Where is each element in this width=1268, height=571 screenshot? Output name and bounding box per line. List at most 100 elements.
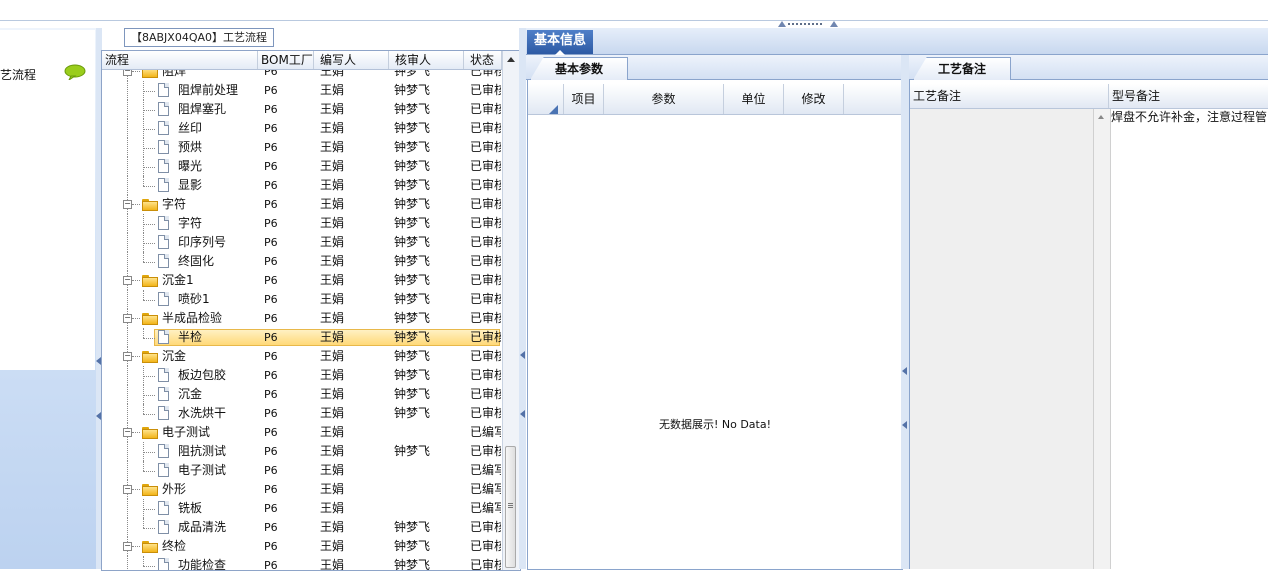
tree-node-label[interactable]: 外形 [162, 480, 186, 499]
collapse-node-icon[interactable]: − [123, 70, 132, 76]
tree-row[interactable]: 终固化 P6 王娟 钟梦飞 已审核 [102, 252, 502, 271]
status-cell: 已审核 [470, 387, 501, 401]
tree-row[interactable]: 阻焊前处理 P6 王娟 钟梦飞 已审核 [102, 81, 502, 100]
column-header-item[interactable]: 项目 [564, 84, 604, 114]
collapse-up-icon[interactable] [778, 21, 786, 27]
tree-node-label[interactable]: 终固化 [178, 252, 214, 271]
tree-node-label[interactable]: 沉金 [162, 347, 186, 366]
column-header-param[interactable]: 参数 [604, 84, 724, 114]
reviewer-cell: 钟梦飞 [394, 159, 431, 173]
tree-scrollbar[interactable] [502, 51, 519, 570]
tree-node-label[interactable]: 喷砂1 [178, 290, 210, 309]
column-header-modify[interactable]: 修改 [784, 84, 844, 114]
collapse-node-icon[interactable]: − [123, 485, 132, 494]
tree-row[interactable]: 阻焊塞孔 P6 王娟 钟梦飞 已审核 [102, 100, 502, 119]
collapse-node-icon[interactable]: − [123, 542, 132, 551]
middle-splitter[interactable] [519, 28, 526, 569]
tree-node-label[interactable]: 电子测试 [162, 423, 210, 442]
collapse-left-icon[interactable] [520, 351, 525, 359]
speech-bubble-icon[interactable] [64, 64, 86, 80]
tree-node-label[interactable]: 成品清洗 [178, 518, 226, 537]
collapse-up-icon[interactable] [830, 21, 838, 27]
tree-node-label[interactable]: 终检 [162, 537, 186, 556]
tree-node-label[interactable]: 阻焊 [162, 70, 186, 81]
column-header-status[interactable]: 状态 [464, 51, 502, 69]
notes-grid[interactable]: 工艺备注 型号备注 焊盘不允许补金，注意过程管 [909, 80, 1268, 569]
model-note-text[interactable]: 焊盘不允许补金，注意过程管 [1111, 109, 1268, 129]
collapse-node-icon[interactable]: − [123, 200, 132, 209]
tree-row[interactable]: − 沉金 P6 王娟 钟梦飞 已审核 [102, 347, 502, 366]
tree-node-label[interactable]: 水洗烘干 [178, 404, 226, 423]
tree-row[interactable]: 沉金 P6 王娟 钟梦飞 已审核 [102, 385, 502, 404]
collapse-node-icon[interactable]: − [123, 276, 132, 285]
tree-node-label[interactable]: 显影 [178, 176, 202, 195]
right-splitter[interactable] [901, 55, 909, 569]
tree-node-label[interactable]: 预烘 [178, 138, 202, 157]
column-header-unit[interactable]: 单位 [724, 84, 784, 114]
tree-row[interactable]: 曝光 P6 王娟 钟梦飞 已审核 [102, 157, 502, 176]
tree-node-label[interactable]: 字符 [178, 214, 202, 233]
nav-item-process-flow[interactable]: 工艺流程 [0, 66, 36, 83]
collapse-node-icon[interactable]: − [123, 428, 132, 437]
tree-row[interactable]: 印序列号 P6 王娟 钟梦飞 已审核 [102, 233, 502, 252]
tree-row[interactable]: − 外形 P6 王娟 已编写 [102, 480, 502, 499]
tree-node-label[interactable]: 沉金 [178, 385, 202, 404]
select-all-corner[interactable] [528, 84, 564, 114]
tree-row[interactable]: 阻抗测试 P6 王娟 钟梦飞 已审核 [102, 442, 502, 461]
tree-node-label[interactable]: 电子测试 [178, 461, 226, 480]
tree-row[interactable]: 字符 P6 王娟 钟梦飞 已审核 [102, 214, 502, 233]
collapse-left-icon[interactable] [520, 410, 525, 418]
collapse-left-icon[interactable] [902, 367, 907, 375]
column-header-reviewer[interactable]: 核审人 [389, 51, 464, 69]
tree-node-label[interactable]: 板边包胶 [178, 366, 226, 385]
tree-row[interactable]: 板边包胶 P6 王娟 钟梦飞 已审核 [102, 366, 502, 385]
scroll-up-arrow-icon[interactable] [1098, 115, 1104, 119]
column-header-process[interactable]: 流程 [102, 51, 258, 69]
tree-node-label[interactable]: 印序列号 [178, 233, 226, 252]
column-header-bom-factory[interactable]: BOM工厂 [258, 51, 314, 69]
tree-row[interactable]: 功能检查 P6 王娟 钟梦飞 已审核 [102, 556, 502, 570]
tree-row[interactable]: 铣板 P6 王娟 已编写 [102, 499, 502, 518]
tree-row[interactable]: − 电子测试 P6 王娟 已编写 [102, 423, 502, 442]
tree-row[interactable]: 电子测试 P6 王娟 已编写 [102, 461, 502, 480]
tree-row[interactable]: 显影 P6 王娟 钟梦飞 已审核 [102, 176, 502, 195]
tab-basic-params[interactable]: 基本参数 [530, 57, 628, 80]
collapse-node-icon[interactable]: − [123, 314, 132, 323]
tree-row[interactable]: 喷砂1 P6 王娟 钟梦飞 已审核 [102, 290, 502, 309]
tree-node-label[interactable]: 字符 [162, 195, 186, 214]
column-header-model-note[interactable]: 型号备注 [1109, 84, 1268, 108]
collapse-node-icon[interactable]: − [123, 352, 132, 361]
tree-node-label[interactable]: 曝光 [178, 157, 202, 176]
scrollbar-thumb[interactable] [505, 446, 516, 568]
tree-node-label[interactable]: 阻抗测试 [178, 442, 226, 461]
tree-row-selected[interactable]: 半检 P6 王娟 钟梦飞 已审核 [102, 328, 502, 347]
tree-node-label[interactable]: 沉金1 [162, 271, 194, 290]
tree-row[interactable]: 成品清洗 P6 王娟 钟梦飞 已审核 [102, 518, 502, 537]
vertical-splitter-handle[interactable] [778, 20, 838, 28]
tree-row[interactable]: − 阻焊 P6 王娟 钟梦飞 已审核 [102, 70, 502, 81]
tree-node-label[interactable]: 阻焊前处理 [178, 81, 238, 100]
tree-row[interactable]: 丝印 P6 王娟 钟梦飞 已审核 [102, 119, 502, 138]
tree-row[interactable]: − 终检 P6 王娟 钟梦飞 已审核 [102, 537, 502, 556]
notes-scrollbar[interactable] [1093, 109, 1111, 569]
tree-row[interactable]: 预烘 P6 王娟 钟梦飞 已审核 [102, 138, 502, 157]
tree-row[interactable]: − 沉金1 P6 王娟 钟梦飞 已审核 [102, 271, 502, 290]
tree-node-label[interactable]: 半成品检验 [162, 309, 222, 328]
params-grid[interactable]: 项目 参数 单位 修改 无数据展示! No Data! [527, 80, 903, 570]
collapse-left-icon[interactable] [902, 421, 907, 429]
column-header-writer[interactable]: 编写人 [314, 51, 389, 69]
tab-process-notes[interactable]: 工艺备注 [913, 57, 1011, 80]
tree-row[interactable]: 水洗烘干 P6 王娟 钟梦飞 已审核 [102, 404, 502, 423]
tree-row[interactable]: − 字符 P6 王娟 钟梦飞 已审核 [102, 195, 502, 214]
scroll-up-arrow-icon[interactable] [507, 57, 515, 62]
tree-node-label[interactable]: 阻焊塞孔 [178, 100, 226, 119]
process-tree-grid[interactable]: 流程 BOM工厂 编写人 核审人 状态 −阻焊P6王娟钟梦飞已审核阻焊前处理P6… [101, 50, 521, 571]
process-note-field[interactable] [910, 109, 1093, 569]
tree-node-label[interactable]: 半检 [178, 328, 202, 347]
column-header-process-note[interactable]: 工艺备注 [910, 84, 1109, 108]
tree-row[interactable]: − 半成品检验 P6 王娟 钟梦飞 已审核 [102, 309, 502, 328]
writer-cell: 王娟 [320, 539, 345, 553]
tree-node-label[interactable]: 功能检查 [178, 556, 226, 570]
tree-node-label[interactable]: 铣板 [178, 499, 202, 518]
tree-node-label[interactable]: 丝印 [178, 119, 202, 138]
